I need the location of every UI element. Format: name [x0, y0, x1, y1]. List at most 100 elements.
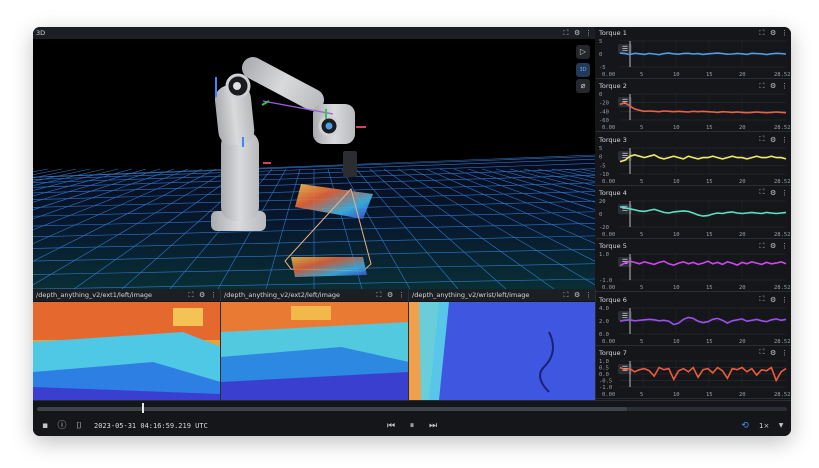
x-tick-label: 5	[640, 392, 643, 398]
x-tick-label: 15	[706, 232, 713, 238]
timestamp: 2023-05-31 04:16:59.219 UTC	[94, 422, 208, 430]
x-tick-label: 20	[739, 125, 746, 131]
y-tick-label: 1.0	[599, 252, 609, 258]
depth-image-wrist	[409, 302, 595, 400]
maximize-icon[interactable]: ⛶	[759, 188, 765, 197]
image-panel-wrist[interactable]: /depth_anything_v2/wrist/left/image ⛶ ⚙ …	[409, 289, 596, 400]
y-tick-label: 0.0	[599, 372, 609, 378]
maximize-icon[interactable]: ⛶	[563, 291, 569, 300]
x-tick-label: 15	[706, 285, 713, 291]
gear-icon[interactable]: ⚙	[770, 82, 776, 90]
play-icon[interactable]: ▷	[576, 45, 590, 59]
view3d-header: 3D ⛶ ⚙ ⋮	[33, 27, 595, 39]
image-panel-controls: ⛶ ⚙ ⋮	[188, 289, 217, 301]
loop-icon[interactable]: ⟲	[739, 419, 751, 433]
ruler-3d-icon[interactable]: 3D	[576, 63, 590, 77]
gear-icon[interactable]: ⚙	[770, 29, 776, 37]
torque-plot-controls: ⛶ ⚙ ⋮	[759, 240, 788, 252]
torque-plot-panel[interactable]: Torque 6 ⛶ ⚙ ⋮ ☰ 4.0 2.0 0.0 0.00 5 10 15 20 28.52	[596, 293, 791, 346]
info-icon[interactable]: ⓘ	[56, 419, 68, 433]
skip-back-icon[interactable]: ⏮	[385, 419, 397, 433]
torque-plot-panel[interactable]: Torque 7 ⛶ ⚙ ⋮ ☰ 1.0 0.5 0.0 -0.5 -1.0 0.00 5 10 15 20…	[596, 346, 791, 399]
torque-plot-panel[interactable]: Torque 4 ⛶ ⚙ ⋮ ☰ 20 0 -20 0.00 5 10 15 20 28.52	[596, 186, 791, 239]
gear-icon[interactable]: ⚙	[574, 291, 580, 299]
torque-plot-panel[interactable]: Torque 2 ⛶ ⚙ ⋮ ☰ 0 -20 -40 -60 0.00 5 10 15 20 28.52	[596, 80, 791, 133]
gear-icon[interactable]: ⚙	[574, 27, 580, 39]
x-tick-label: 0.00	[602, 285, 615, 291]
x-tick-label: 5	[640, 72, 643, 78]
more-menu-icon[interactable]: ⋮	[781, 82, 788, 90]
y-tick-label: -40	[599, 110, 609, 116]
x-tick-label: 15	[706, 339, 713, 345]
timeline-loaded-range	[37, 407, 627, 411]
maximize-icon[interactable]: ⛶	[759, 29, 765, 38]
x-tick-label: 15	[706, 72, 713, 78]
torque-series-line	[619, 52, 787, 56]
y-tick-label: 0	[599, 92, 602, 98]
x-tick-label: 5	[640, 179, 643, 185]
more-menu-icon[interactable]: ⋮	[781, 242, 788, 250]
torque-plot-title: Torque 6	[599, 295, 627, 304]
image-panel-ext2[interactable]: /depth_anything_v2/ext2/left/image ⛶ ⚙ ⋮	[221, 289, 409, 400]
maximize-icon[interactable]: ⛶	[759, 242, 765, 251]
x-tick-label: 10	[673, 179, 680, 185]
torque-plot-panel[interactable]: Torque 3 ⛶ ⚙ ⋮ ☰ 5 0 -5 -10 0.00 5 10 15 20 28.52	[596, 133, 791, 186]
torque-plot-controls: ⛶ ⚙ ⋮	[759, 187, 788, 199]
y-tick-label: -20	[599, 225, 609, 231]
frame-icon[interactable]: ⌷	[73, 419, 85, 433]
gear-icon[interactable]: ⚙	[770, 242, 776, 250]
gear-icon[interactable]: ⚙	[770, 136, 776, 144]
image-panel-ext1[interactable]: /depth_anything_v2/ext1/left/image ⛶ ⚙ ⋮	[33, 289, 221, 400]
playback-speed[interactable]: 1×	[759, 419, 769, 433]
gear-icon[interactable]: ⚙	[770, 189, 776, 197]
more-menu-icon[interactable]: ⋮	[398, 291, 405, 299]
more-menu-icon[interactable]: ⋮	[781, 349, 788, 357]
skip-forward-icon[interactable]: ⏭	[427, 419, 439, 433]
view3d-title: 3D	[36, 29, 46, 37]
torque-series-line	[619, 260, 787, 267]
x-tick-label: 28.52	[774, 392, 791, 398]
maximize-icon[interactable]: ⛶	[759, 135, 765, 144]
maximize-icon[interactable]: ⛶	[759, 82, 765, 91]
more-menu-icon[interactable]: ⋮	[585, 27, 592, 39]
x-tick-label: 15	[706, 125, 713, 131]
torque-plot-panel[interactable]: Torque 5 ⛶ ⚙ ⋮ ☰ 1.0 -1.0 0.00 5 10 15 20 28.52	[596, 240, 791, 293]
more-menu-icon[interactable]: ⋮	[781, 136, 788, 144]
x-tick-label: 28.52	[774, 72, 791, 78]
view3d-canvas[interactable]: ▷ 3D ⌀	[33, 39, 595, 289]
maximize-icon[interactable]: ⛶	[188, 291, 194, 300]
gear-icon[interactable]: ⚙	[770, 349, 776, 357]
maximize-icon[interactable]: ⛶	[563, 27, 569, 39]
x-tick-label: 0.00	[602, 125, 615, 131]
gear-icon[interactable]: ⚙	[387, 291, 393, 299]
maximize-icon[interactable]: ⛶	[376, 291, 382, 300]
x-tick-label: 5	[640, 232, 643, 238]
torque-plot-panel[interactable]: Torque 1 ⛶ ⚙ ⋮ ☰ 5 0 -5 0.00 5 10 15 20 28.52	[596, 27, 791, 79]
bookmark-icon[interactable]: ▪	[39, 419, 51, 433]
more-menu-icon[interactable]: ⋮	[781, 296, 788, 304]
timeline-cursor[interactable]	[142, 403, 144, 413]
more-menu-icon[interactable]: ⋮	[781, 29, 788, 37]
pause-icon[interactable]: ⏸	[406, 419, 418, 433]
x-tick-label: 20	[739, 285, 746, 291]
x-tick-label: 5	[640, 339, 643, 345]
more-menu-icon[interactable]: ⋮	[585, 291, 592, 299]
maximize-icon[interactable]: ⛶	[759, 295, 765, 304]
gear-icon[interactable]: ⚙	[199, 291, 205, 299]
torque-chart: 4.0 2.0 0.00.00 5 10 15 20 28.52	[599, 306, 791, 345]
x-tick-label: 0.00	[602, 179, 615, 185]
y-tick-label: -5	[599, 163, 606, 169]
measure-icon[interactable]: ⌀	[576, 79, 590, 93]
more-menu-icon[interactable]: ⋮	[781, 189, 788, 197]
gear-icon[interactable]: ⚙	[770, 296, 776, 304]
image-panel-controls: ⛶ ⚙ ⋮	[376, 289, 405, 301]
chevron-down-icon[interactable]: ▼	[775, 419, 787, 433]
x-tick-label: 20	[739, 232, 746, 238]
more-menu-icon[interactable]: ⋮	[210, 291, 217, 299]
y-tick-label: -5	[599, 65, 606, 71]
depth-image-ext2	[221, 302, 408, 400]
maximize-icon[interactable]: ⛶	[759, 348, 765, 357]
x-tick-label: 28.52	[774, 232, 791, 238]
torque-chart: 0 -20 -40 -600.00 5 10 15 20 28.52	[599, 92, 791, 131]
x-tick-label: 10	[673, 125, 680, 131]
